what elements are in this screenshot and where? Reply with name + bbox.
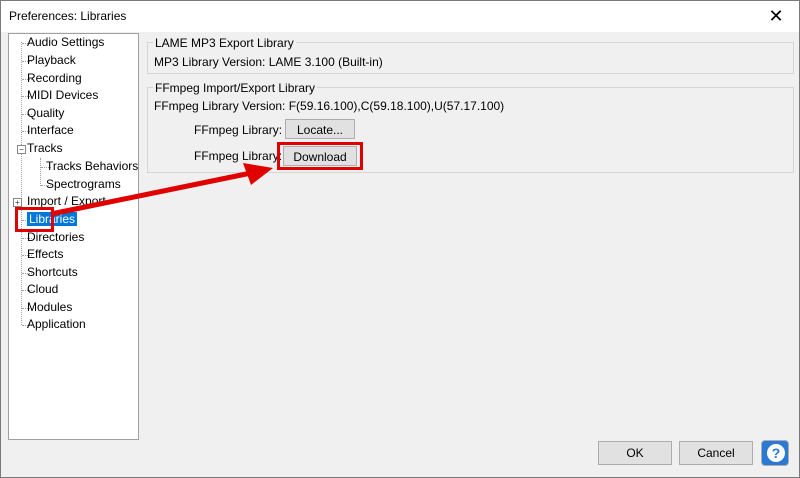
arrow-shaft — [50, 170, 252, 217]
ok-button[interactable]: OK — [598, 441, 672, 465]
annotation-arrow — [50, 163, 273, 217]
cancel-button[interactable]: Cancel — [679, 441, 753, 465]
arrow-head — [243, 163, 273, 185]
preferences-window: Preferences: Libraries ✕ Audio Settings … — [0, 0, 800, 478]
help-button[interactable]: ? — [761, 440, 789, 466]
help-icon: ? — [767, 444, 785, 462]
